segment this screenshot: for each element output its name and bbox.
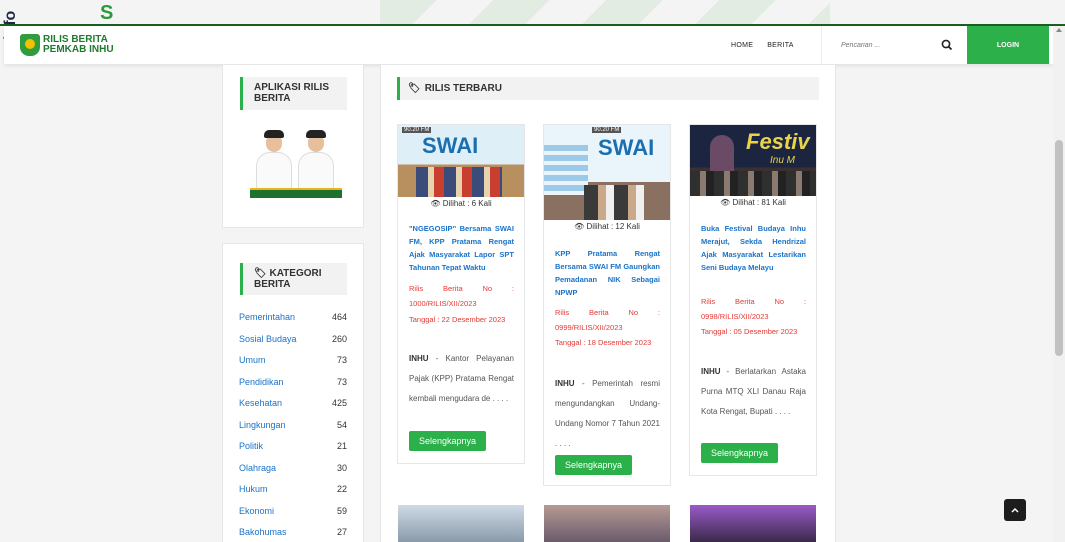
app-banner [250, 188, 342, 198]
apps-heading-line-2: BERITA [254, 93, 291, 104]
post-title[interactable]: Buka Festival Budaya Inhu Merajut, Sekda… [701, 222, 806, 274]
post-number: Rilis Berita No : 0998/RILIS/XII/2023 [701, 297, 806, 321]
categories-heading-line-1: 🏷 KATEGORI [254, 268, 322, 279]
post-image[interactable]: Festiv Inu M [690, 125, 816, 196]
post-image-freq: 90.20 FM [592, 127, 622, 133]
scroll-up-icon[interactable] [1056, 28, 1062, 32]
post-image[interactable]: 90.20 FM SWAI [544, 125, 670, 220]
category-item[interactable]: Olahraga 30 [239, 463, 347, 477]
category-item[interactable]: Umum 73 [239, 355, 347, 369]
search-box [821, 26, 971, 64]
top-navbar: RILIS BERITA PEMKAB INHU HOME BERITA LOG… [4, 26, 1053, 64]
category-item[interactable]: Bakohumas 27 [239, 527, 347, 541]
category-item[interactable]: Politik 21 [239, 441, 347, 455]
post-image[interactable] [690, 505, 816, 542]
category-item[interactable]: Kesehatan 425 [239, 398, 347, 412]
site-logo[interactable]: RILIS BERITA PEMKAB INHU [20, 34, 114, 56]
tag-icon: 🏷 [408, 83, 421, 94]
categories-heading-line-2: BERITA [254, 279, 291, 290]
latest-heading: 🏷 RILIS TERBARU [397, 77, 819, 100]
apps-heading-line-1: APLIKASI RILIS [254, 82, 330, 93]
app-logo-image[interactable] [250, 130, 342, 200]
nav-home[interactable]: HOME [731, 42, 753, 49]
logo-line-2: PEMKAB INHU [43, 44, 114, 55]
post-image[interactable] [544, 505, 670, 542]
category-item[interactable]: Ekonomi 59 [239, 506, 347, 520]
login-button[interactable]: LOGIN [967, 26, 1049, 64]
apps-heading: APLIKASI RILIS BERITA [240, 77, 347, 110]
post-image-text: Festiv [746, 129, 810, 154]
category-item[interactable]: Pemerintahan 464 [239, 312, 347, 326]
search-input[interactable] [841, 41, 931, 49]
post-image-subtext: Inu M [770, 155, 796, 166]
post-date: Tanggal : 05 Desember 2023 [701, 327, 798, 336]
nav-links: HOME BERITA [731, 26, 794, 64]
scroll-thumb[interactable] [1055, 140, 1063, 356]
post-views: 👁 Dilihat : 81 Kali [720, 198, 786, 207]
post-excerpt: INHU - Berlatarkan Astaka Purna MTQ XLI … [701, 367, 806, 416]
post-image-text: SWAI [422, 133, 479, 158]
background-pattern [380, 0, 830, 25]
post-excerpt: INHU - Kantor Pelayanan Pajak (KPP) Prat… [409, 354, 514, 403]
post-image[interactable] [398, 505, 524, 542]
search-icon[interactable] [940, 38, 954, 52]
post-title[interactable]: KPP Pratama Rengat Bersama SWAI FM Gaung… [555, 247, 660, 299]
post-views: 👁 Dilihat : 12 Kali [574, 222, 640, 231]
read-more-button[interactable]: Selengkapnya [555, 455, 632, 475]
read-more-button[interactable]: Selengkapnya [701, 443, 778, 463]
watermark-letter: S [100, 2, 114, 24]
post-title[interactable]: "NGEGOSIP" Bersama SWAI FM, KPP Pratama … [409, 222, 514, 274]
post-date: Tanggal : 18 Desember 2023 [555, 338, 652, 347]
post-number: Rilis Berita No : 0999/RILIS/XII/2023 [555, 308, 660, 332]
back-to-top-button[interactable] [1004, 499, 1026, 521]
category-item[interactable]: Pendidikan 73 [239, 377, 347, 391]
post-views: 👁 Dilihat : 6 Kali [430, 199, 492, 208]
official-left-image [254, 130, 294, 192]
logo-text: RILIS BERITA PEMKAB INHU [43, 35, 114, 55]
tag-icon: 🏷 [254, 268, 267, 279]
official-right-image [296, 130, 336, 192]
categories-heading: 🏷 KATEGORI BERITA [240, 263, 347, 295]
category-item[interactable]: Sosial Budaya 260 [239, 334, 347, 348]
chevron-up-icon [1011, 507, 1019, 513]
category-item[interactable]: Hukum 22 [239, 484, 347, 498]
post-number: Rilis Berita No : 1000/RILIS/XII/2023 [409, 284, 514, 308]
post-image[interactable]: 90.20 FM SWAI [398, 125, 524, 197]
post-date: Tanggal : 22 Desember 2023 [409, 315, 506, 324]
read-more-button[interactable]: Selengkapnya [409, 431, 486, 451]
post-image-text: SWAI [598, 135, 655, 160]
category-item[interactable]: Lingkungan 54 [239, 420, 347, 434]
latest-heading-text: RILIS TERBARU [424, 83, 502, 94]
post-excerpt: INHU - Pemerintah resmi mengundangkan Un… [555, 379, 660, 448]
page-scrollbar[interactable] [1053, 26, 1065, 542]
nav-berita[interactable]: BERITA [767, 42, 794, 49]
emblem-icon [20, 34, 40, 56]
